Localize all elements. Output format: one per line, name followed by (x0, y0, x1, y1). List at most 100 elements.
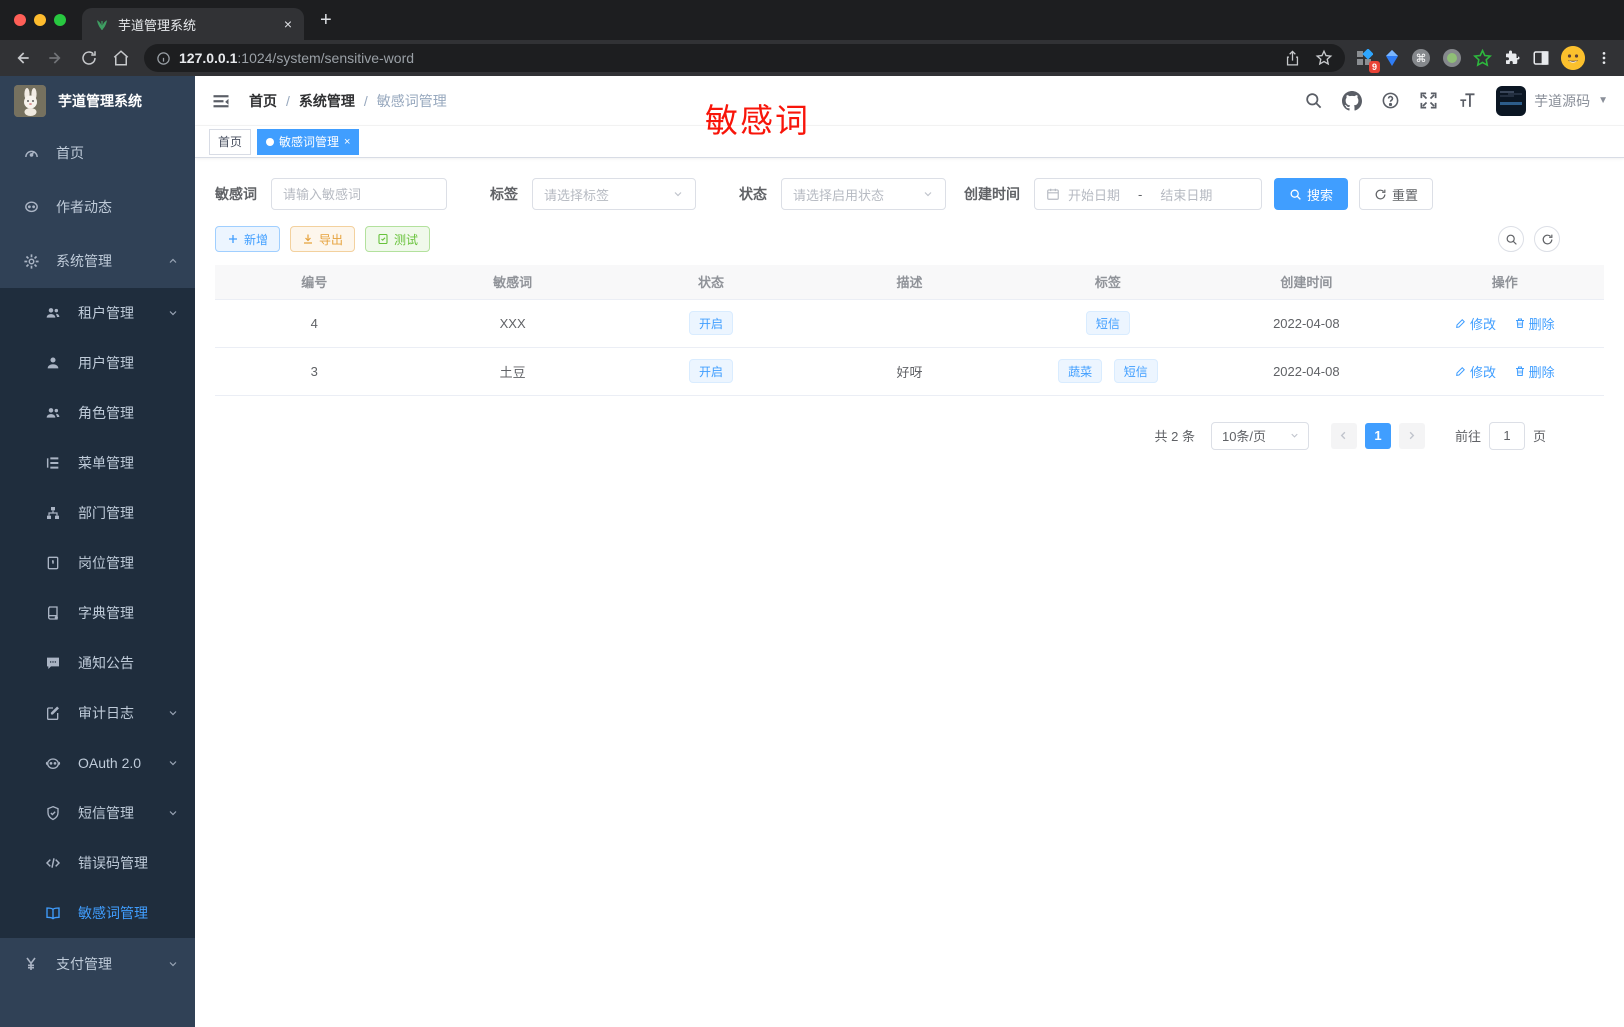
sidebar-item-user[interactable]: 用户管理 (0, 338, 195, 388)
sidebar-item-system[interactable]: 系统管理 (0, 234, 195, 288)
sidebar: 芋道管理系统 首页 作者动态 系统管理 租户管理 用户管理 角色管理 菜单管理 … (0, 76, 195, 1027)
command-extension-icon[interactable]: ⌘ (1411, 48, 1431, 68)
col-desc: 描述 (810, 265, 1009, 300)
collapse-sidebar-icon[interactable] (211, 91, 231, 111)
test-button[interactable]: 测试 (365, 226, 431, 252)
reload-icon[interactable] (80, 49, 98, 67)
sidebar-item-sensitive-word[interactable]: 敏感词管理 (0, 888, 195, 938)
search-button[interactable]: 搜索 (1274, 178, 1349, 210)
tab-close-icon[interactable]: × (284, 16, 292, 32)
breadcrumb-separator: / (286, 92, 290, 109)
tag-select[interactable]: 请选择标签 (532, 178, 696, 210)
help-icon[interactable] (1381, 91, 1400, 110)
date-range-picker[interactable]: 开始日期 - 结束日期 (1034, 178, 1262, 210)
header-search-icon[interactable] (1304, 91, 1323, 110)
delete-link[interactable]: 删除 (1514, 314, 1555, 333)
extension-grid-icon[interactable]: 9 (1355, 49, 1380, 73)
bookmark-star-icon[interactable] (1315, 49, 1333, 67)
org-chart-icon (44, 505, 62, 521)
status-select-placeholder: 请选择启用状态 (793, 187, 885, 203)
sidebar-item-oauth[interactable]: OAuth 2.0 (0, 738, 195, 788)
red-annotation-text: 敏感词 (705, 102, 810, 139)
green-star-extension-icon[interactable] (1473, 48, 1492, 68)
page-number-button[interactable]: 1 (1364, 422, 1391, 449)
sidebar-item-errcode[interactable]: 错误码管理 (0, 838, 195, 888)
table-row[interactable]: 3 土豆 开启 好呀 蔬菜 短信 2022-04-08 修改 删除 (215, 347, 1604, 396)
sidebar-item-notice[interactable]: 通知公告 (0, 638, 195, 688)
breadcrumb-home[interactable]: 首页 (249, 91, 277, 111)
user-menu[interactable]: 芋道源码 ▼ (1496, 85, 1608, 116)
reset-button[interactable]: 重置 (1359, 178, 1434, 210)
refresh-table-button[interactable] (1534, 226, 1560, 252)
sidebar-item-label: 岗位管理 (78, 555, 134, 571)
edit-link[interactable]: 修改 (1455, 314, 1496, 333)
edit-link[interactable]: 修改 (1455, 362, 1496, 381)
open-book-icon (44, 905, 62, 921)
username: 芋道源码 (1534, 92, 1591, 109)
tree-list-icon (44, 455, 62, 471)
font-size-icon[interactable] (1457, 91, 1477, 111)
sidebar-item-label: 系统管理 (56, 253, 112, 269)
export-button[interactable]: 导出 (290, 226, 356, 252)
status-select[interactable]: 请选择启用状态 (781, 178, 946, 210)
sensitive-word-input[interactable] (283, 186, 435, 202)
tag-home[interactable]: 首页 (209, 128, 252, 155)
sidebar-item-menu[interactable]: 菜单管理 (0, 438, 195, 488)
main-area: 敏感词 首页 / 系统管理 / 敏感词管理 芋道源码 ▼ 首页 敏感词管理 × … (195, 76, 1624, 1027)
page-size-select[interactable]: 10条/页 (1210, 421, 1309, 450)
browser-tab[interactable]: 芋道管理系统 × (82, 8, 304, 40)
url-bar[interactable]: 127.0.0.1:1024/system/sensitive-word (144, 44, 1345, 72)
fullscreen-icon[interactable] (1419, 91, 1438, 110)
github-icon[interactable] (1342, 90, 1363, 111)
record-extension-icon[interactable] (1442, 48, 1462, 68)
system-submenu: 租户管理 用户管理 角色管理 菜单管理 部门管理 岗位管理 字典管理 通知公告 … (0, 288, 195, 938)
forward-icon[interactable] (46, 48, 66, 68)
sidebar-item-audit[interactable]: 审计日志 (0, 688, 195, 738)
home-icon[interactable] (112, 49, 130, 67)
sensitive-word-table: 编号 敏感词 状态 描述 标签 创建时间 操作 4 XXX 开启 短信 2022… (215, 265, 1604, 396)
sidebar-item-label: 支付管理 (56, 956, 112, 972)
table-row[interactable]: 4 XXX 开启 短信 2022-04-08 修改 删除 (215, 299, 1604, 348)
sidebar-logo[interactable]: 芋道管理系统 (0, 76, 195, 126)
add-button[interactable]: 新增 (215, 226, 281, 252)
cell-tags: 蔬菜 短信 (1008, 347, 1208, 396)
sidebar-item-sms[interactable]: 短信管理 (0, 788, 195, 838)
kite-extension-icon[interactable] (1384, 49, 1400, 67)
status-badge: 开启 (689, 359, 734, 383)
tag-badge: 蔬菜 (1058, 359, 1103, 383)
side-panel-icon[interactable] (1532, 49, 1550, 67)
chevron-down-icon (167, 958, 179, 970)
cell-status: 开启 (611, 299, 811, 348)
logo-avatar (14, 85, 46, 117)
delete-link[interactable]: 删除 (1514, 362, 1555, 381)
close-window-button[interactable] (14, 14, 26, 26)
back-icon[interactable] (12, 48, 32, 68)
sidebar-item-pay[interactable]: 支付管理 (0, 938, 195, 990)
browser-menu-kebab-icon[interactable] (1596, 50, 1612, 66)
minimize-window-button[interactable] (34, 14, 46, 26)
toggle-search-button[interactable] (1498, 226, 1524, 252)
sidebar-item-home[interactable]: 首页 (0, 126, 195, 180)
tag-badge: 短信 (1113, 359, 1158, 383)
browser-profile-avatar[interactable] (1561, 46, 1585, 70)
sidebar-item-post[interactable]: 岗位管理 (0, 538, 195, 588)
tag-sensitive-word[interactable]: 敏感词管理 × (257, 128, 360, 155)
sidebar-item-author-news[interactable]: 作者动态 (0, 180, 195, 234)
new-tab-button[interactable]: + (320, 9, 332, 32)
breadcrumb-system[interactable]: 系统管理 (299, 91, 355, 111)
zoom-window-button[interactable] (54, 14, 66, 26)
sidebar-item-dict[interactable]: 字典管理 (0, 588, 195, 638)
sidebar-item-label: 敏感词管理 (78, 905, 148, 921)
next-page-button[interactable] (1398, 422, 1425, 449)
col-status: 状态 (611, 265, 811, 300)
sidebar-item-role[interactable]: 角色管理 (0, 388, 195, 438)
site-info-icon[interactable] (156, 51, 171, 66)
goto-page-input[interactable] (1489, 422, 1524, 449)
share-icon[interactable] (1284, 50, 1301, 67)
sidebar-item-label: 错误码管理 (78, 855, 148, 871)
extensions-puzzle-icon[interactable] (1503, 49, 1521, 67)
close-tag-icon[interactable]: × (344, 136, 350, 148)
sidebar-item-tenant[interactable]: 租户管理 (0, 288, 195, 338)
prev-page-button[interactable] (1330, 422, 1357, 449)
sidebar-item-dept[interactable]: 部门管理 (0, 488, 195, 538)
